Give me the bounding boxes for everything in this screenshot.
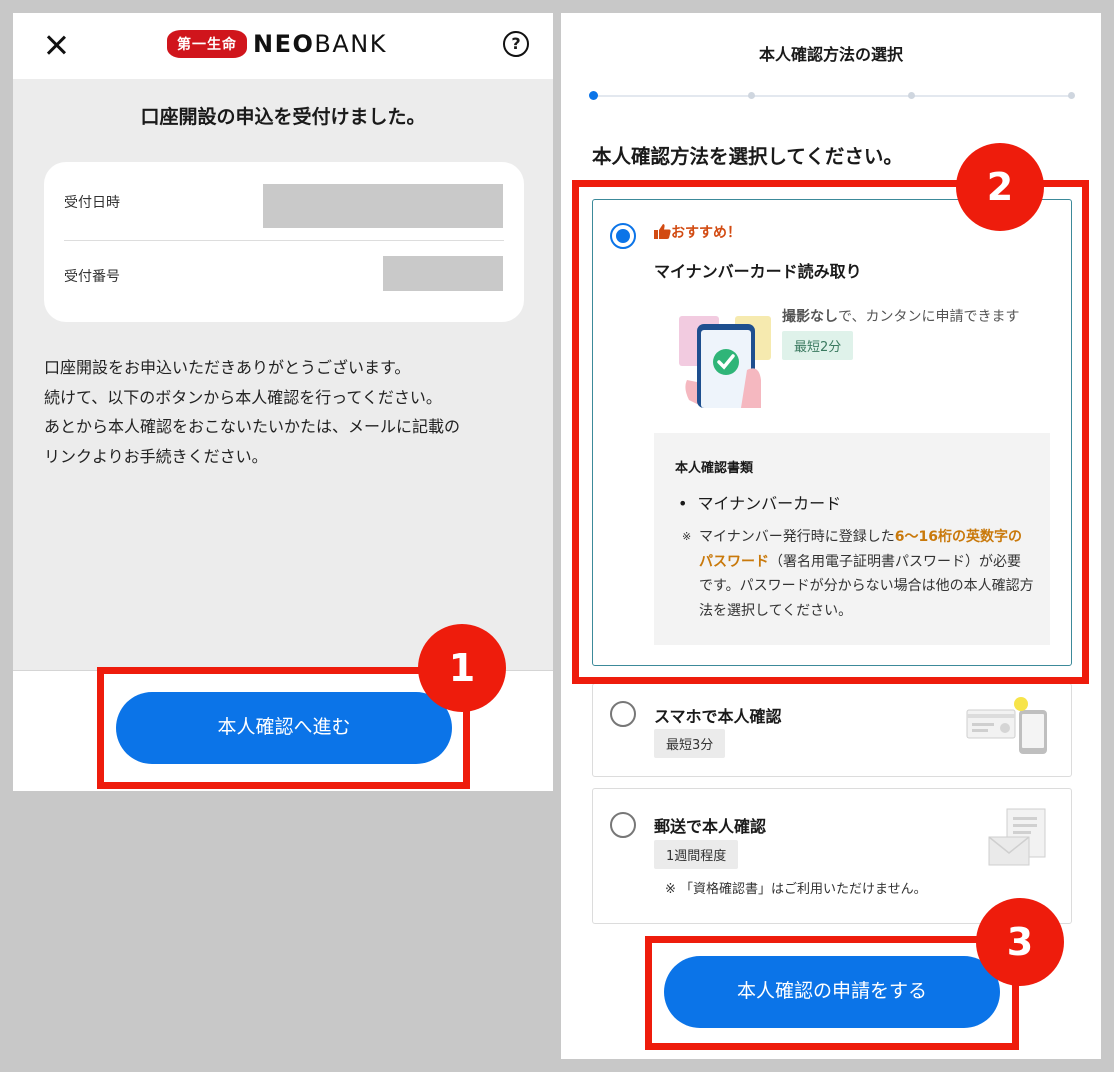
option-smartphone[interactable]: スマホで本人確認 最短3分 xyxy=(592,683,1072,777)
step-badge-1: 1 xyxy=(418,624,506,712)
receipt-card: 受付日時 受付番号 xyxy=(44,162,524,322)
step-badge-2: 2 xyxy=(956,143,1044,231)
neobank-logo: 第一生命 NEOBANK xyxy=(167,29,387,59)
progress-step xyxy=(1068,92,1075,99)
redacted-value xyxy=(263,184,503,228)
highlight-box-1 xyxy=(97,667,470,789)
close-icon[interactable] xyxy=(43,32,69,58)
receipt-label: 受付番号 xyxy=(64,269,120,285)
logo-wordmark: NEOBANK xyxy=(253,30,387,58)
progress-step-current xyxy=(589,91,598,100)
instruction-line: 続けて、以下のボタンから本人確認を行ってください。 xyxy=(44,387,442,407)
option-title: 郵送で本人確認 xyxy=(654,817,767,836)
time-tag: 1週間程度 xyxy=(654,840,739,869)
help-icon[interactable]: ? xyxy=(503,31,529,57)
receipt-row-datetime: 受付日時 xyxy=(64,184,504,241)
page-title: 口座開設の申込を受付けました。 xyxy=(140,106,426,128)
redacted-value xyxy=(383,256,503,291)
instruction-line: リンクよりお手続きください。 xyxy=(44,446,268,466)
radio-unselected[interactable] xyxy=(610,701,636,727)
instruction-text: 口座開設をお申込いただきありがとうございます。 続けて、以下のボタンから本人確認… xyxy=(44,353,524,471)
step-progress xyxy=(589,91,1075,100)
mail-document-icon xyxy=(988,808,1046,866)
highlight-box-3 xyxy=(645,936,1019,1050)
app-header: 第一生命 NEOBANK ? xyxy=(13,13,553,79)
time-tag: 最短3分 xyxy=(654,729,726,758)
page-title: 本人確認方法の選択 xyxy=(758,45,903,64)
brand-seal: 第一生命 xyxy=(167,30,247,58)
option-note: ※ 「資格確認書」はご利用いただけません。 xyxy=(665,882,927,897)
progress-step xyxy=(748,92,755,99)
radio-unselected[interactable] xyxy=(610,812,636,838)
receipt-label: 受付日時 xyxy=(64,195,120,211)
section-heading: 本人確認方法を選択してください。 xyxy=(592,145,903,168)
instruction-line: あとから本人確認をおこないたいかたは、メールに記載の xyxy=(44,417,461,436)
step-badge-3: 3 xyxy=(976,898,1064,986)
option-title: スマホで本人確認 xyxy=(654,707,782,726)
highlight-box-2 xyxy=(572,180,1089,684)
progress-step xyxy=(908,92,915,99)
id-card-phone-icon xyxy=(966,697,1047,754)
instruction-line: 口座開設をお申込いただきありがとうございます。 xyxy=(44,358,411,377)
